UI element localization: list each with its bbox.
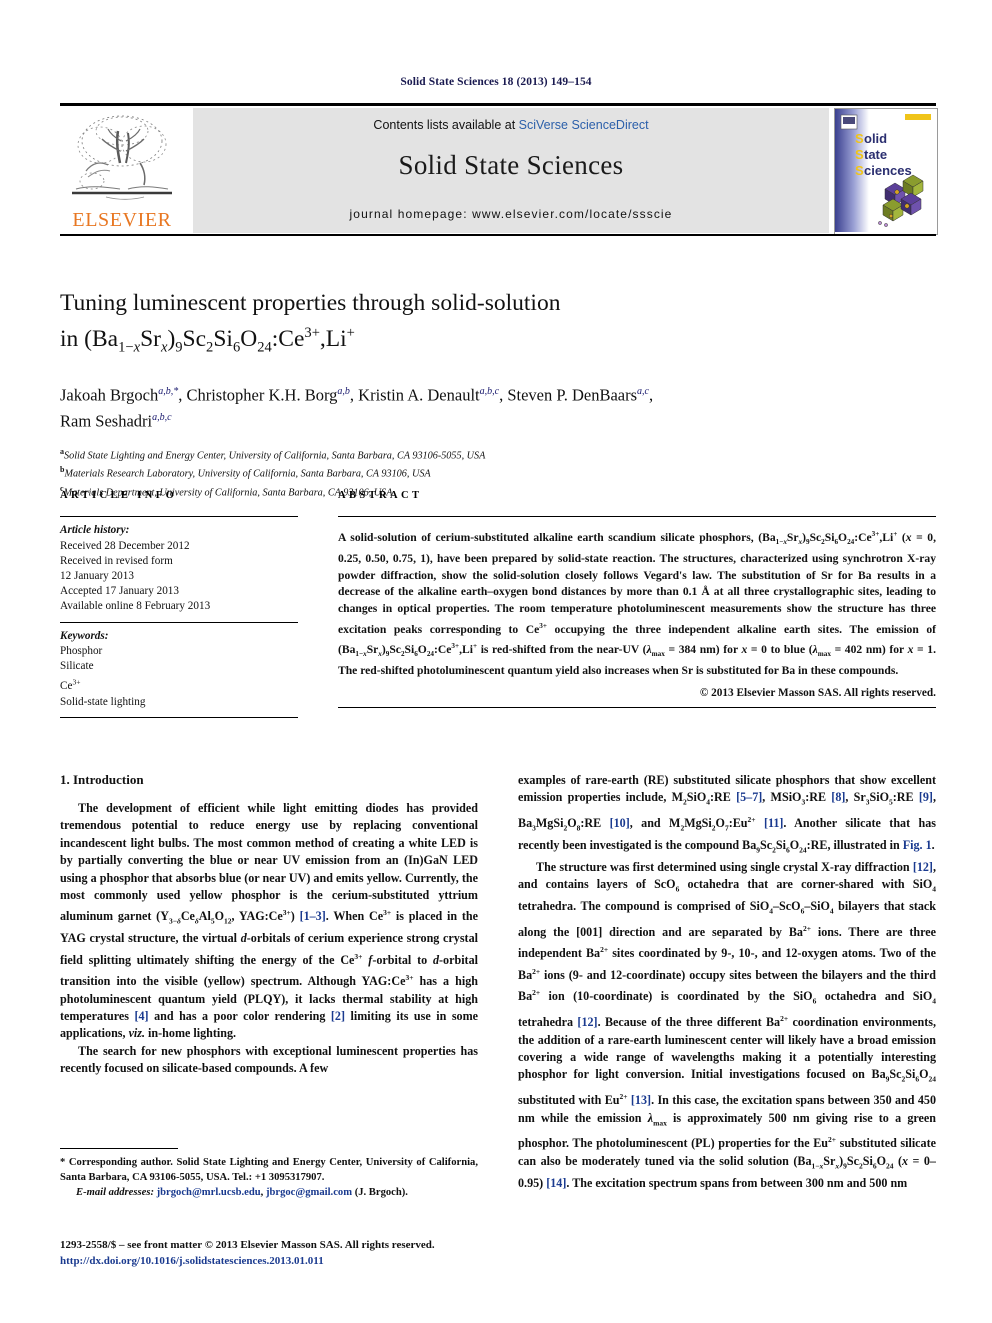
contents-prefix: Contents lists available at <box>373 118 519 132</box>
author-name: Jakoah Brgoch <box>60 385 159 405</box>
citation-ref[interactable]: [2] <box>331 1009 345 1023</box>
history-item: Received in revised form <box>60 554 173 567</box>
citation-ref[interactable]: [11] <box>764 816 783 830</box>
author-name: Christopher K.H. Borg <box>186 385 338 405</box>
svg-text:tate: tate <box>864 147 887 162</box>
email-link-primary[interactable]: jbrgoch@mrl.ucsb.edu <box>157 1187 261 1198</box>
figure-ref[interactable]: Fig. 1 <box>903 838 932 852</box>
affiliation-item: bMaterials Research Laboratory, Universi… <box>60 463 936 482</box>
citation-ref[interactable]: [12] <box>913 860 933 874</box>
citation-ref[interactable]: [14] <box>546 1176 566 1190</box>
author-name: Ram Seshadri <box>60 411 153 431</box>
info-rule-bottom <box>60 716 298 719</box>
citation-ref[interactable]: [13] <box>631 1093 651 1107</box>
issn-copyright-block: 1293-2558/$ – see front matter © 2013 El… <box>60 1238 490 1269</box>
keyword-item: Silicate <box>60 660 94 673</box>
doi-link[interactable]: http://dx.doi.org/10.1016/j.solidstatesc… <box>60 1254 490 1270</box>
body-column-left: 1. Introduction The development of effic… <box>60 772 478 1078</box>
author-affiliation-marks: a,b <box>337 385 350 397</box>
citation-ref[interactable]: [10] <box>610 816 630 830</box>
journal-title: Solid State Sciences <box>398 150 624 180</box>
history-item: Received 28 December 2012 <box>60 539 190 552</box>
citation-ref[interactable]: [1–3] <box>300 909 326 923</box>
affiliation-list: aSolid State Lighting and Energy Center,… <box>60 445 936 501</box>
keyword-item: Phosphor <box>60 645 103 658</box>
elsevier-tree-icon <box>66 111 178 203</box>
keyword-item: Ce3+ <box>60 677 81 693</box>
paragraph: examples of rare-earth (RE) substituted … <box>518 773 936 855</box>
section-title-introduction: 1. Introduction <box>60 772 144 787</box>
email-owner: (J. Brgoch). <box>354 1187 408 1198</box>
affiliation-item: aSolid State Lighting and Energy Center,… <box>60 445 936 464</box>
history-item: Available online 8 February 2013 <box>60 600 211 613</box>
footnote-rule <box>60 1148 178 1149</box>
elsevier-logo: ELSEVIER <box>60 109 184 233</box>
abstract-rule-bottom <box>338 707 936 709</box>
svg-text:olid: olid <box>864 131 887 146</box>
author-list: Jakoah Brgocha,b,*, Christopher K.H. Bor… <box>60 385 654 431</box>
sciencedirect-link[interactable]: SciVerse ScienceDirect <box>519 118 649 132</box>
email-addresses-note: E-mail addresses: jbrgoch@mrl.ucsb.edu, … <box>76 1187 408 1198</box>
abstract-heading: ABSTRACT <box>338 490 423 501</box>
journal-band: Contents lists available at SciVerse Sci… <box>193 108 829 233</box>
page-title: Tuning luminescent properties through so… <box>60 290 561 356</box>
author-name: Steven P. DenBaars <box>507 385 638 405</box>
svg-text:S: S <box>855 147 864 162</box>
author-affiliation-marks: a,b,c <box>479 385 500 397</box>
article-info-column: Article history: Received 28 December 20… <box>60 516 298 719</box>
email-label: E-mail addresses: <box>76 1187 154 1198</box>
paragraph: The development of efficient while light… <box>60 801 479 1041</box>
journal-homepage-line[interactable]: journal homepage: www.elsevier.com/locat… <box>193 207 829 221</box>
corresponding-author-note: * Corresponding author. Solid State Ligh… <box>60 1157 478 1183</box>
keywords-label: Keywords: <box>60 630 109 642</box>
citation-ref[interactable]: [5–7] <box>736 790 762 804</box>
article-history-label: Article history: <box>60 524 130 537</box>
issn-line: 1293-2558/$ – see front matter © 2013 El… <box>60 1239 435 1251</box>
masthead-top-rule <box>60 103 936 106</box>
affiliation-item: cMaterials Department, University of Cal… <box>60 482 936 501</box>
body-column-right: examples of rare-earth (RE) substituted … <box>518 772 936 1192</box>
citation-ref[interactable]: [4] <box>134 1009 148 1023</box>
citation-ref[interactable]: [9] <box>919 790 933 804</box>
email-link-secondary[interactable]: jbrgoc@gmail.com <box>266 1187 352 1198</box>
paragraph: The search for new phosphors with except… <box>60 1043 478 1076</box>
history-item: Accepted 17 January 2013 <box>60 585 179 598</box>
title-block: Tuning luminescent properties through so… <box>60 288 936 500</box>
running-head: Solid State Sciences 18 (2013) 149–154 <box>400 76 592 88</box>
article-info-heading: ARTICLE INFO <box>60 490 178 501</box>
history-item: 12 January 2013 <box>60 570 134 582</box>
footnote-block: * Corresponding author. Solid State Ligh… <box>60 1148 478 1201</box>
svg-text:ciences: ciences <box>864 163 912 178</box>
keyword-item: Solid-state lighting <box>60 695 146 708</box>
author-affiliation-marks: a,c <box>637 385 649 397</box>
journal-article-page: Solid State Sciences 18 (2013) 149–154 E… <box>0 0 992 1323</box>
abstract-column: A solid-solution of cerium-substituted a… <box>338 516 936 709</box>
abstract-copyright: © 2013 Elsevier Masson SAS. All rights r… <box>699 687 936 700</box>
journal-cover-thumbnail: S olid S tate S ciences <box>834 108 938 235</box>
affiliation-text: Materials Research Laboratory, Universit… <box>64 468 431 480</box>
author-affiliation-marks: a,b,* <box>158 385 179 397</box>
elsevier-wordmark: ELSEVIER <box>72 209 172 231</box>
contents-available-line: Contents lists available at SciVerse Sci… <box>193 118 829 132</box>
svg-text:S: S <box>855 131 864 146</box>
citation-ref[interactable]: [8] <box>831 790 845 804</box>
masthead-bottom-rule <box>60 234 936 236</box>
masthead: ELSEVIER Contents lists available at Sci… <box>60 103 938 236</box>
citation-ref[interactable]: [12] <box>577 1015 597 1029</box>
abstract-text: A solid-solution of cerium-substituted a… <box>338 530 936 677</box>
affiliation-text: Solid State Lighting and Energy Center, … <box>64 449 486 461</box>
keywords-block: Keywords: Phosphor Silicate Ce3+ Solid-s… <box>60 623 298 717</box>
article-history-block: Article history: Received 28 December 20… <box>60 517 298 621</box>
svg-text:S: S <box>855 163 864 178</box>
paragraph: The structure was first determined using… <box>518 859 937 1190</box>
author-name: Kristin A. Denault <box>358 385 480 405</box>
author-affiliation-marks: a,b,c <box>152 412 172 424</box>
